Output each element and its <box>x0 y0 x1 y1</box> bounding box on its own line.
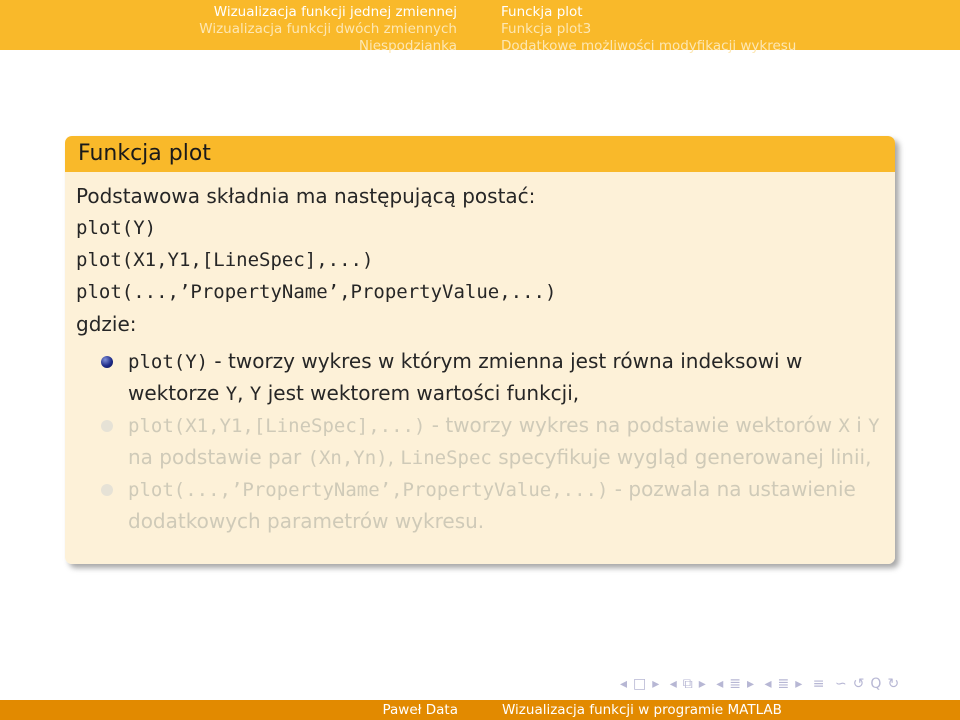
item-text: , <box>387 445 401 469</box>
item-text: i <box>849 413 869 437</box>
footer-title: Wizualizacja funkcji w programie MATLAB <box>502 702 782 718</box>
item-code: plot(Y) <box>128 351 209 373</box>
item-code: Y <box>249 383 262 405</box>
nav-section-icon[interactable]: ≣ <box>778 676 790 692</box>
section-link-two-variables[interactable]: Wizualizacja funkcji dwóch zmiennych <box>199 21 457 38</box>
nav-undo-icon[interactable]: ↺ <box>853 676 865 692</box>
where-label: gdzie: <box>76 312 137 336</box>
description-list: plot(Y) - tworzy wykres w którym zmienna… <box>76 346 895 537</box>
syntax-line-3: plot(...,’PropertyName’,PropertyValue,..… <box>76 281 557 303</box>
nav-back-icon[interactable]: ∽ <box>835 676 847 692</box>
syntax-line-1: plot(Y) <box>76 217 157 239</box>
bullet-icon <box>101 356 113 368</box>
list-item: plot(X1,Y1,[LineSpec],...) - tworzy wykr… <box>76 410 895 474</box>
nav-prev-frame-icon[interactable]: ◂ <box>670 676 677 692</box>
list-item: plot(...,’PropertyName’,PropertyValue,..… <box>76 474 895 537</box>
item-code: Y <box>868 415 880 437</box>
item-text: na podstawie par <box>128 445 308 469</box>
top-navigation-bar: Wizualizacja funkcji jednej zmiennej Wiz… <box>0 0 960 54</box>
nav-frame-icon[interactable]: ⧉ <box>683 676 693 692</box>
nav-next-frame-icon[interactable]: ▸ <box>699 676 706 692</box>
subsection-link-plot[interactable]: Funckja plot <box>501 4 796 21</box>
subsection-link-plot3[interactable]: Funkcja plot3 <box>501 21 796 38</box>
item-code: X <box>838 415 850 437</box>
nav-next-section-icon[interactable]: ▸ <box>795 676 802 692</box>
footer-bar: Paweł Data Wizualizacja funkcji w progra… <box>0 700 960 720</box>
section-nav: Wizualizacja funkcji jednej zmiennej Wiz… <box>199 4 457 55</box>
subsection-link-modifications[interactable]: Dodatkowe możliwości modyfikacji wykresu <box>501 38 796 55</box>
item-code: plot(X1,Y1,[LineSpec],...) <box>128 415 426 437</box>
block-title: Funkcja plot <box>65 136 895 172</box>
nav-prev-section-icon[interactable]: ◂ <box>765 676 772 692</box>
nav-document-icon[interactable]: ≡ <box>813 676 825 692</box>
nav-prev-subsection-icon[interactable]: ◂ <box>716 676 723 692</box>
item-code: plot(...,’PropertyName’,PropertyValue,..… <box>128 479 609 501</box>
block-body: Podstawowa składnia ma następującą posta… <box>65 172 895 564</box>
footer-author: Paweł Data <box>382 702 458 718</box>
syntax-intro: Podstawowa składnia ma następującą posta… <box>76 184 536 208</box>
item-code: Y <box>225 383 238 405</box>
beamer-navigation-symbols: ◂ □ ▸ ◂ ⧉ ▸ ◂ ≣ ▸ ◂ ≣ ▸ ≡ ∽ ↺ Q ↻ <box>620 672 960 696</box>
content-block: Funkcja plot Podstawowa składnia ma nast… <box>65 136 895 564</box>
syntax-line-2: plot(X1,Y1,[LineSpec],...) <box>76 249 374 271</box>
nav-slide-icon[interactable]: □ <box>633 676 646 692</box>
item-text: specyfikuje wygląd generowanej linii, <box>491 445 872 469</box>
bullet-icon <box>101 420 113 432</box>
item-code: (Xn,Yn) <box>307 447 388 469</box>
nav-subsection-icon[interactable]: ≣ <box>729 676 741 692</box>
item-text: - tworzy wykres na podstawie wektorów <box>425 413 839 437</box>
item-code: LineSpec <box>400 447 492 469</box>
nav-next-slide-icon[interactable]: ▸ <box>652 676 659 692</box>
nav-prev-slide-icon[interactable]: ◂ <box>620 676 627 692</box>
nav-next-subsection-icon[interactable]: ▸ <box>747 676 754 692</box>
item-text: , <box>237 381 250 405</box>
nav-search-icon[interactable]: Q <box>870 676 881 692</box>
list-item: plot(Y) - tworzy wykres w którym zmienna… <box>76 346 895 410</box>
bullet-icon <box>101 484 113 496</box>
nav-redo-icon[interactable]: ↻ <box>887 676 899 692</box>
section-link-one-variable[interactable]: Wizualizacja funkcji jednej zmiennej <box>199 4 457 21</box>
subsection-nav: Funckja plot Funkcja plot3 Dodatkowe moż… <box>501 4 796 55</box>
item-text: jest wektorem wartości funkcji, <box>261 381 580 405</box>
section-link-surprise[interactable]: Niespodzianka <box>199 38 457 55</box>
